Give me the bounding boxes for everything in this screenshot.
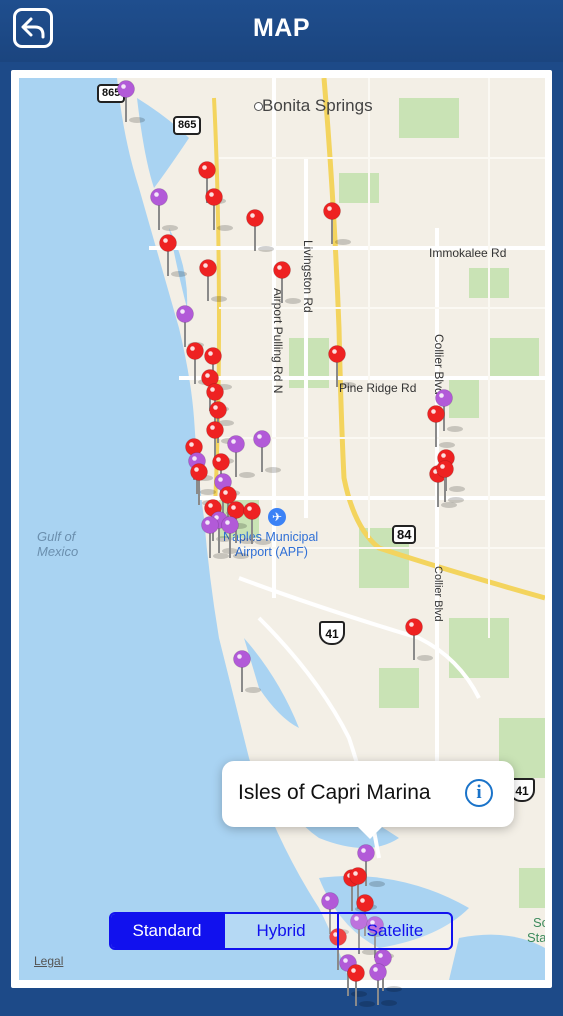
partial-label-2: Sta [527,930,545,945]
gulf-line2: Mexico [37,544,79,559]
marina-callout[interactable]: Isles of Capri Marina i [222,761,514,839]
airport-line1: Naples Municipal [223,530,319,544]
road-label-immokalee: Immokalee Rd [429,246,507,260]
road-label-airport-pulling: Airport Pulling Rd N [271,288,285,394]
road-label-collier-blvd-top: Collier Blvd [432,334,446,395]
road-label-collier-blvd-bottom: Collier Blvd [432,566,444,622]
shield-us41: 41 [319,621,345,645]
shield-865b: 865 [173,116,202,135]
airport-line2: Airport (APF) [235,545,308,559]
legal-link[interactable]: Legal [34,954,63,968]
top-bar: MAP [0,0,563,62]
road-label-pine-ridge: Pine Ridge Rd [339,381,417,395]
map-type-satelite[interactable]: Satelite [339,914,451,948]
place-label-bonita-springs: Bonita Springs [262,96,373,115]
callout-title: Isles of Capri Marina [238,781,431,804]
map-type-standard[interactable]: Standard [111,914,225,948]
map-type-segmented-control[interactable]: Standard Hybrid Satelite [109,912,453,950]
shield-865a: 865 [97,84,126,103]
shield-84: 84 [392,525,417,544]
page-title: MAP [252,14,311,42]
map-type-hybrid[interactable]: Hybrid [225,914,339,948]
partial-label-1: Sc [533,915,545,930]
airplane-icon: ✈ [268,508,286,526]
info-icon[interactable]: i [465,779,493,807]
map-base [19,78,545,980]
airport-label: Naples Municipal Airport (APF) [223,530,318,560]
town-dot [254,102,263,111]
water-label-gulf: Gulf of Mexico [37,529,78,559]
map-view[interactable]: Bonita Springs Immokalee Rd Livingston R… [19,78,545,980]
gulf-line1: Gulf of [37,529,76,544]
road-label-livingston: Livingston Rd [301,240,315,313]
